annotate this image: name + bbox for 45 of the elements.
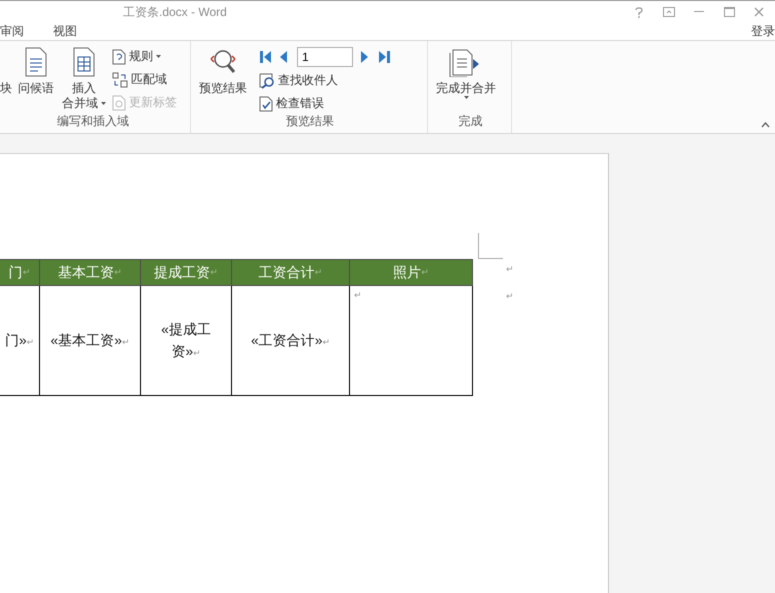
merge-field-cell-text: «工资合计»↵ [250, 330, 330, 350]
column-header: 提成工资↵ [140, 259, 232, 286]
window-title: 工资条.docx - Word [123, 4, 228, 20]
ribbon-small-button[interactable]: 规则 [112, 47, 177, 66]
rule-document-icon [112, 48, 126, 64]
ribbon-button[interactable]: 预览结果 [197, 45, 249, 113]
row-end-mark: ↵ [506, 291, 514, 302]
close-icon[interactable] [754, 7, 764, 17]
find-recipient-icon [259, 72, 275, 88]
ribbon-small-button[interactable]: 查找收件人 [259, 71, 391, 90]
merge-field-cell-text: «基本工资»↵ [50, 330, 130, 350]
ribbon-button[interactable]: 完成并合并 [434, 45, 498, 113]
table-document-icon [73, 47, 95, 77]
ribbon-small-button[interactable]: 检查错误 [259, 94, 391, 113]
check-errors-icon [259, 96, 273, 112]
ribbon-button[interactable]: 问候语 [16, 45, 56, 113]
merge-field-cell-text: 门»↵ [4, 330, 34, 350]
paragraph-mark: ↵ [354, 290, 362, 301]
maximize-icon[interactable] [724, 7, 734, 17]
ribbon-tab[interactable]: 视图 [53, 23, 77, 40]
first-record-icon-button[interactable] [259, 50, 272, 64]
merge-field-cell-text: «提成工资»↵ [160, 320, 212, 360]
column-header: 基本工资↵ [39, 259, 141, 286]
row-end-mark: ↵ [506, 264, 514, 275]
group-label: 预览结果 [285, 113, 335, 130]
column-header: 工资合计↵ [231, 259, 350, 286]
text-boundary-mark [478, 233, 503, 259]
ribbon-tab[interactable]: 审阅 [0, 23, 24, 40]
minimize-icon[interactable] [694, 11, 704, 13]
column-header: 照片↵ [349, 259, 473, 286]
collapse-ribbon-icon[interactable] [761, 122, 770, 128]
sign-in-link[interactable]: 登录 [751, 23, 775, 40]
last-record-icon-button[interactable] [378, 50, 391, 64]
ribbon-button[interactable]: 插入 合并域 [60, 45, 108, 113]
group-label: 完成 [458, 113, 484, 130]
help-icon[interactable] [635, 6, 643, 18]
record-number-field[interactable]: 1 [297, 47, 353, 67]
document-icon [25, 47, 47, 77]
column-header: 门↵ [0, 259, 40, 286]
ribbon-small-button[interactable]: 匹配域 [112, 70, 177, 89]
ribbon-button[interactable]: 块 [0, 45, 12, 113]
group-label: 编写和插入域 [56, 113, 130, 130]
update-labels-icon [112, 94, 126, 110]
match-fields-icon [112, 72, 128, 88]
ribbon-display-icon[interactable] [663, 7, 675, 17]
